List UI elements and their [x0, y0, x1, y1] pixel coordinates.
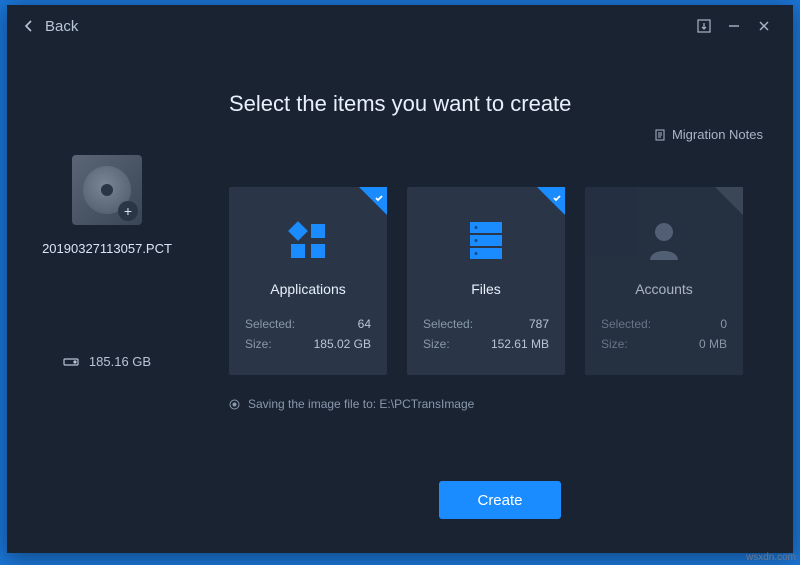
page-title: Select the items you want to create: [229, 91, 763, 117]
card-accounts[interactable]: Accounts Selected:0 Size:0 MB: [585, 187, 743, 375]
storage-icon: [63, 356, 79, 368]
cards-row: Applications Selected:64 Size:185.02 GB …: [229, 187, 763, 375]
minimize-icon: [727, 19, 741, 33]
body: + 20190327113057.PCT 185.16 GB Select th…: [7, 47, 793, 553]
window-close-button[interactable]: [749, 11, 779, 41]
card-corner-unselected: [715, 187, 743, 215]
close-icon: [757, 19, 771, 33]
back-arrow-icon: [21, 18, 37, 34]
card-meta: Selected:787 Size:152.61 MB: [407, 311, 565, 351]
accounts-icon: [644, 207, 684, 275]
card-title: Files: [471, 281, 501, 297]
add-disk-badge: +: [118, 201, 138, 221]
sidebar: + 20190327113057.PCT 185.16 GB: [7, 47, 207, 553]
migration-notes-label: Migration Notes: [672, 127, 763, 142]
card-applications[interactable]: Applications Selected:64 Size:185.02 GB: [229, 187, 387, 375]
card-meta: Selected:0 Size:0 MB: [585, 311, 743, 351]
disk-filename: 20190327113057.PCT: [42, 241, 172, 256]
create-button[interactable]: Create: [439, 481, 561, 519]
card-files[interactable]: Files Selected:787 Size:152.61 MB: [407, 187, 565, 375]
disk-tile[interactable]: +: [72, 155, 142, 225]
card-title: Accounts: [635, 281, 693, 297]
save-path-label: Saving the image file to: E:\PCTransImag…: [248, 397, 474, 411]
sync-icon: [697, 19, 711, 33]
check-icon: [552, 190, 562, 208]
watermark: wsxdn.com: [746, 552, 796, 563]
titlebar: Back: [7, 5, 793, 47]
check-icon: [374, 190, 384, 208]
back-label: Back: [45, 18, 78, 35]
save-path-row: Saving the image file to: E:\PCTransImag…: [229, 397, 763, 411]
window-sync-button[interactable]: [689, 11, 719, 41]
card-meta: Selected:64 Size:185.02 GB: [229, 311, 387, 351]
files-icon: [466, 207, 506, 275]
notes-icon: [654, 129, 666, 141]
card-title: Applications: [270, 281, 346, 297]
disk-size-row: 185.16 GB: [63, 354, 151, 369]
location-icon: [229, 399, 240, 410]
migration-notes-link[interactable]: Migration Notes: [654, 127, 763, 142]
disk-size-value: 185.16 GB: [89, 354, 151, 369]
main-panel: Select the items you want to create Migr…: [207, 47, 793, 553]
applications-icon: [285, 207, 331, 275]
app-window: Back + 20190327113057.PCT 185.16 GB Sele…: [7, 5, 793, 553]
back-button[interactable]: Back: [21, 18, 78, 35]
window-minimize-button[interactable]: [719, 11, 749, 41]
